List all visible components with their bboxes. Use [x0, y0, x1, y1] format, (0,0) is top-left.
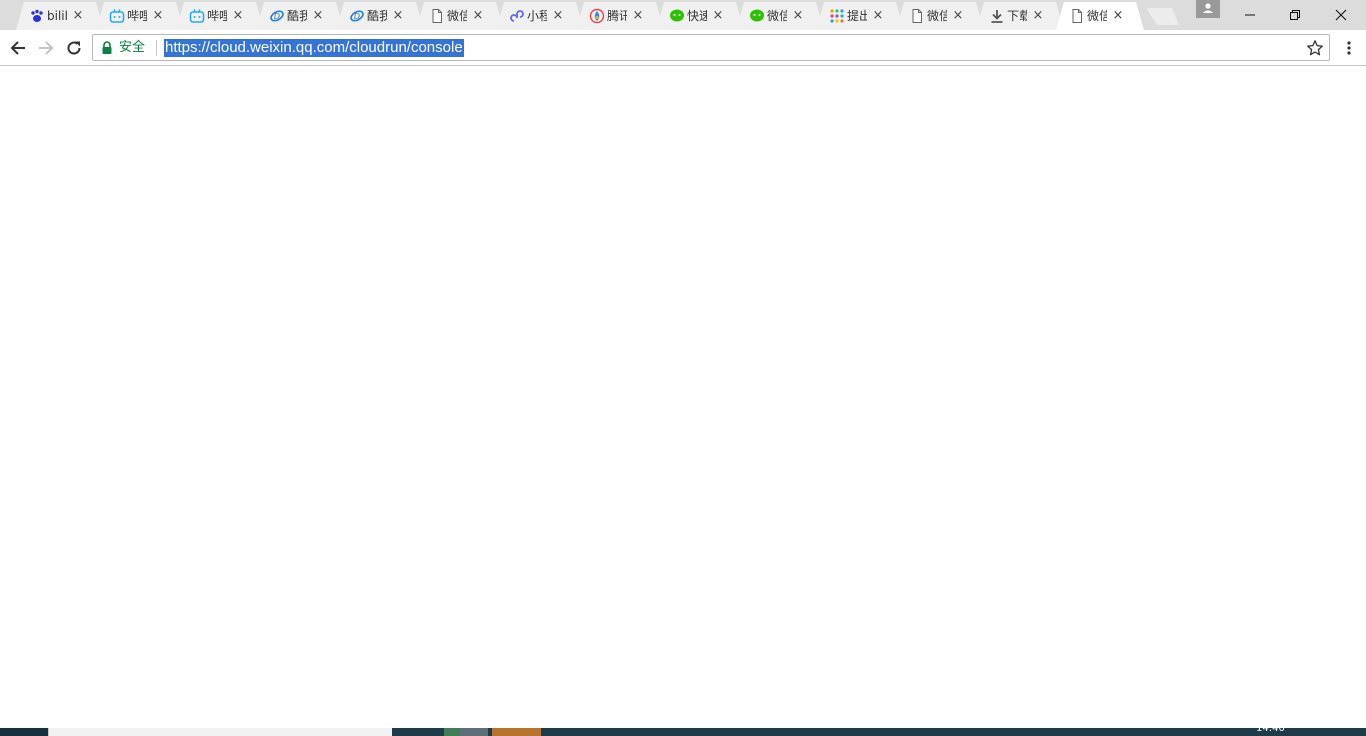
- browser-tab[interactable]: 小程 ×: [496, 2, 584, 30]
- arrow-right-icon: [39, 41, 54, 55]
- lock-icon: [102, 41, 112, 54]
- browser-tab[interactable]: 腾讯 ×: [576, 2, 664, 30]
- kuwo-icon: D: [269, 8, 285, 24]
- browser-tab[interactable]: 下载 ×: [976, 2, 1064, 30]
- browser-tab[interactable]: 微信 ×: [1056, 2, 1144, 30]
- grid-dots-icon: [829, 8, 845, 24]
- taskbar-search-box[interactable]: [48, 728, 392, 736]
- taskbar: 14:40: [0, 724, 1366, 736]
- more-vertical-icon: [1347, 41, 1351, 55]
- tab-close-icon[interactable]: ×: [151, 9, 165, 23]
- tab-strip: bilil × 哔哩 × 哔哩 × D 酷我 × D 酷我 × 微信 × 小程 × 腾讯 × 快速 × 微信 × 提出 × 微信…: [0, 0, 1366, 30]
- address-bar[interactable]: 安全 https://cloud.weixin.qq.com/cloudrun/…: [92, 34, 1330, 61]
- browser-tab[interactable]: 微信 ×: [416, 2, 504, 30]
- tab-title: 微信: [447, 9, 467, 23]
- tab-title: 哔哩: [207, 9, 227, 23]
- tab-close-icon[interactable]: ×: [631, 9, 645, 23]
- secure-label[interactable]: 安全: [119, 40, 145, 56]
- tab-title: 酷我: [287, 9, 307, 23]
- reload-icon: [67, 41, 81, 55]
- minimize-icon: [1245, 14, 1255, 16]
- tab-close-icon[interactable]: ×: [471, 9, 485, 23]
- tab-title: 腾讯: [607, 9, 627, 23]
- reload-button[interactable]: [63, 37, 85, 59]
- page-content: [0, 67, 1366, 728]
- page-icon: [429, 8, 445, 24]
- browser-menu-button[interactable]: [1339, 37, 1359, 59]
- omnibox-divider: [156, 40, 157, 56]
- tab-title: 小程: [527, 9, 547, 23]
- tab-title: 微信: [1087, 9, 1107, 23]
- minimize-button[interactable]: [1227, 0, 1273, 30]
- tencent-icon: [589, 8, 605, 24]
- browser-tab[interactable]: D 酷我 ×: [336, 2, 424, 30]
- tab-close-icon[interactable]: ×: [311, 9, 325, 23]
- browser-tab[interactable]: 哔哩 ×: [176, 2, 264, 30]
- browser-tab[interactable]: D 酷我 ×: [256, 2, 344, 30]
- browser-tab[interactable]: 哔哩 ×: [96, 2, 184, 30]
- bookmark-star-icon[interactable]: [1306, 39, 1324, 57]
- forward-button[interactable]: [35, 37, 57, 59]
- url-text[interactable]: https://cloud.weixin.qq.com/cloudrun/con…: [164, 39, 464, 57]
- baidu-paw-icon: [29, 8, 45, 24]
- tab-close-icon[interactable]: ×: [951, 9, 965, 23]
- tab-title: 微信: [927, 9, 947, 23]
- tab-close-icon[interactable]: ×: [1111, 9, 1125, 23]
- tab-close-icon[interactable]: ×: [71, 9, 85, 23]
- tab-title: 微信: [767, 9, 787, 23]
- download-icon: [989, 8, 1005, 24]
- miniprogram-icon: [509, 8, 525, 24]
- taskbar-app[interactable]: [460, 728, 488, 736]
- bilibili-tv-icon: [109, 8, 125, 24]
- browser-tab[interactable]: 微信 ×: [896, 2, 984, 30]
- wechat-icon: [669, 8, 685, 24]
- restore-button[interactable]: [1272, 0, 1318, 30]
- taskbar-app[interactable]: [492, 728, 541, 736]
- taskbar-clock[interactable]: 14:40: [1256, 724, 1285, 736]
- tab-close-icon[interactable]: ×: [551, 9, 565, 23]
- arrow-left-icon: [10, 41, 25, 55]
- wechat-icon: [749, 8, 765, 24]
- browser-tab[interactable]: 微信 ×: [736, 2, 824, 30]
- browser-tab[interactable]: 提出 ×: [816, 2, 904, 30]
- tab-title: bilil: [47, 9, 67, 23]
- person-icon: [1203, 3, 1213, 13]
- restore-icon: [1290, 10, 1300, 20]
- browser-tab[interactable]: bilil ×: [16, 2, 104, 30]
- kuwo-icon: D: [349, 8, 365, 24]
- tab-title: 哔哩: [127, 9, 147, 23]
- new-tab-button[interactable]: [1146, 8, 1179, 25]
- browser-tab[interactable]: 快速 ×: [656, 2, 744, 30]
- browser-toolbar: 安全 https://cloud.weixin.qq.com/cloudrun/…: [0, 30, 1366, 66]
- tab-close-icon[interactable]: ×: [391, 9, 405, 23]
- tab-title: 快速: [687, 9, 707, 23]
- profile-button[interactable]: [1196, 0, 1220, 18]
- tab-close-icon[interactable]: ×: [711, 9, 725, 23]
- tab-title: 酷我: [367, 9, 387, 23]
- page-icon: [909, 8, 925, 24]
- tab-close-icon[interactable]: ×: [791, 9, 805, 23]
- tab-close-icon[interactable]: ×: [231, 9, 245, 23]
- svg-text:D: D: [354, 12, 360, 21]
- close-window-button[interactable]: [1318, 0, 1364, 30]
- tab-title: 下载: [1007, 9, 1027, 23]
- start-button[interactable]: [0, 728, 48, 736]
- back-button[interactable]: [7, 37, 29, 59]
- taskbar-app[interactable]: [444, 728, 460, 736]
- tab-close-icon[interactable]: ×: [1031, 9, 1045, 23]
- bilibili-tv-icon: [189, 8, 205, 24]
- page-icon: [1069, 8, 1085, 24]
- tab-close-icon[interactable]: ×: [871, 9, 885, 23]
- tab-title: 提出: [847, 9, 867, 23]
- close-icon: [1335, 9, 1347, 21]
- svg-text:D: D: [274, 12, 280, 21]
